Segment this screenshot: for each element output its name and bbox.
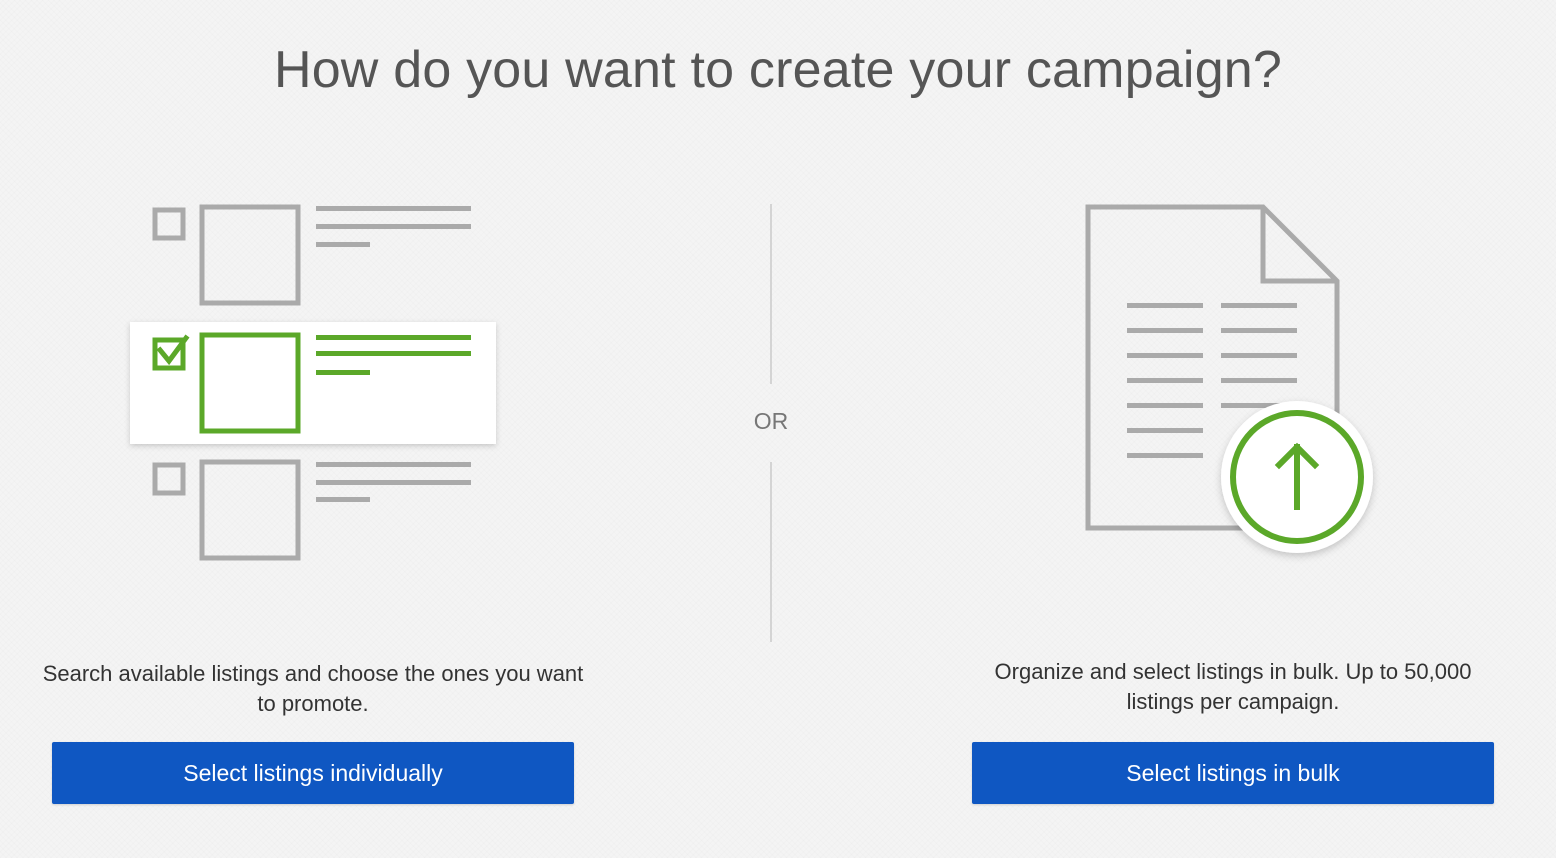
document-upload-icon	[1075, 195, 1395, 575]
vertical-divider-top	[770, 204, 772, 384]
page-title: How do you want to create your campaign?	[273, 41, 1283, 99]
unselected-listing-row	[152, 204, 301, 306]
upload-arrow-icon	[1221, 401, 1373, 553]
listing-checklist-icon	[120, 195, 520, 575]
vertical-divider-bottom	[770, 462, 772, 642]
select-listings-individually-button[interactable]: Select listings individually	[52, 742, 574, 804]
individual-option-description: Search available listings and choose the…	[42, 661, 584, 716]
select-listings-in-bulk-button[interactable]: Select listings in bulk	[972, 742, 1494, 804]
bulk-option-description: Organize and select listings in bulk. Up…	[994, 659, 1472, 714]
or-separator-label: OR	[753, 408, 789, 434]
